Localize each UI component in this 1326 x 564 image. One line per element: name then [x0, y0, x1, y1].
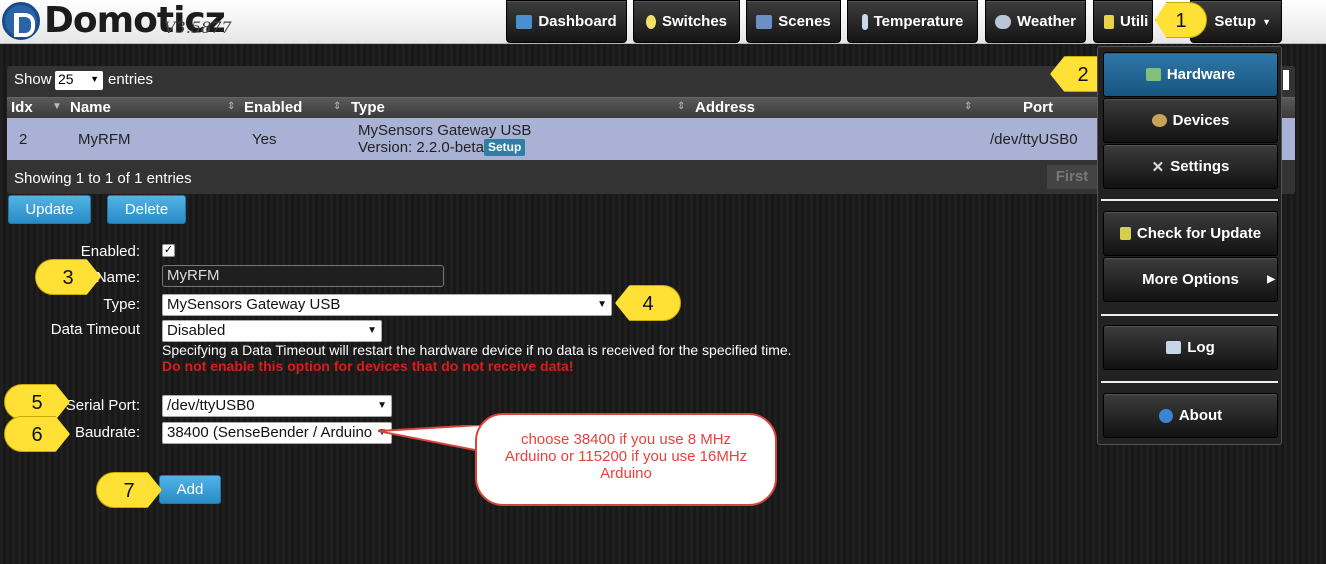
- setup-badge[interactable]: Setup: [484, 139, 526, 156]
- type-select-value: MySensors Gateway USB: [167, 296, 341, 313]
- dashboard-icon: [516, 14, 533, 29]
- baudrate-value: 38400 (SenseBender / Arduino I: [167, 424, 381, 441]
- nav-scenes-label: Scenes: [778, 13, 831, 30]
- dropdown-arrow-icon: ▼: [377, 400, 387, 411]
- menu-divider: [1101, 314, 1278, 316]
- menu-log[interactable]: Log: [1103, 325, 1278, 370]
- callout-3: 3: [35, 259, 101, 295]
- sort-icon: ⇕: [333, 101, 342, 112]
- lightbulb-icon: [645, 14, 656, 29]
- menu-about[interactable]: About: [1103, 393, 1278, 438]
- timeout-info-text: Specifying a Data Timeout will restart t…: [162, 342, 792, 358]
- timeout-select-value: Disabled: [167, 322, 226, 339]
- row-version: Version: 2.2.0-beta: [358, 139, 484, 156]
- menu-about-label: About: [1178, 407, 1223, 424]
- nav-dashboard-label: Dashboard: [538, 13, 617, 30]
- menu-hardware-label: Hardware: [1166, 66, 1236, 83]
- type-select[interactable]: MySensors Gateway USB ▼: [162, 294, 612, 316]
- update-icon: [1119, 227, 1131, 240]
- first-page-button[interactable]: First: [1047, 165, 1097, 189]
- domoticz-logo-icon[interactable]: [2, 2, 40, 40]
- row-port: /dev/ttyUSB0: [990, 131, 1078, 148]
- add-button[interactable]: Add: [159, 475, 221, 504]
- menu-divider: [1101, 381, 1278, 383]
- timeout-label: Data Timeout: [50, 321, 140, 338]
- enabled-label: Enabled:: [80, 243, 140, 260]
- enabled-checkbox[interactable]: ✓: [162, 244, 175, 257]
- nav-switches-label: Switches: [661, 13, 728, 30]
- callout-5: 5: [4, 384, 70, 420]
- dropdown-arrow-icon: ▼: [367, 325, 377, 336]
- info-icon: [1158, 408, 1173, 423]
- menu-divider: [1101, 199, 1278, 201]
- menu-log-label: Log: [1187, 339, 1215, 356]
- nav-weather-label: Weather: [1017, 13, 1076, 30]
- callout-4: 4: [615, 285, 681, 321]
- callout-7: 7: [96, 472, 162, 508]
- tools-icon: ✕: [1151, 158, 1165, 176]
- sort-icon: ⇕: [964, 101, 973, 112]
- nav-temperature-label: Temperature: [873, 13, 964, 30]
- nav-weather[interactable]: Weather: [985, 0, 1086, 43]
- speech-bubble-tail: [378, 425, 480, 453]
- timeout-warning-text: Do not enable this option for devices th…: [162, 358, 574, 374]
- update-button[interactable]: Update: [8, 195, 91, 224]
- menu-more-options-label: More Options: [1142, 271, 1239, 288]
- page-size-select[interactable]: 25: [55, 71, 103, 90]
- col-idx[interactable]: Idx: [11, 99, 33, 116]
- nav-dashboard[interactable]: Dashboard: [506, 0, 627, 43]
- hardware-icon: [1145, 68, 1161, 81]
- dropdown-arrow-icon: ▼: [597, 299, 607, 310]
- app-version: V3.5877: [164, 18, 232, 37]
- log-icon: [1166, 341, 1182, 354]
- gear-icon: [1151, 114, 1167, 127]
- serial-port-value: /dev/ttyUSB0: [167, 397, 255, 414]
- sort-icon: ⇕: [677, 101, 686, 112]
- row-enabled: Yes: [252, 131, 277, 148]
- nav-temperature[interactable]: Temperature: [847, 0, 978, 43]
- row-type: MySensors Gateway USB: [358, 122, 532, 139]
- caret-down-icon: ▼: [1262, 16, 1271, 27]
- row-idx: 2: [19, 131, 28, 148]
- col-enabled[interactable]: Enabled: [244, 99, 302, 116]
- nav-utility-label: Utili: [1120, 13, 1149, 30]
- delete-button[interactable]: Delete: [107, 195, 186, 224]
- nav-switches[interactable]: Switches: [633, 0, 740, 43]
- menu-settings-label: Settings: [1170, 158, 1230, 175]
- menu-devices[interactable]: Devices: [1103, 98, 1278, 143]
- col-name[interactable]: Name: [70, 99, 111, 116]
- cloud-icon: [995, 14, 1012, 29]
- scrollbar[interactable]: [1283, 70, 1289, 90]
- name-input[interactable]: MyRFM: [162, 265, 444, 287]
- timeout-select[interactable]: Disabled ▼: [162, 320, 382, 342]
- menu-devices-label: Devices: [1172, 112, 1230, 129]
- menu-settings[interactable]: ✕ Settings: [1103, 144, 1278, 189]
- col-address[interactable]: Address: [695, 99, 755, 116]
- menu-check-update[interactable]: Check for Update: [1103, 211, 1278, 256]
- type-label: Type:: [103, 296, 140, 313]
- nav-scenes[interactable]: Scenes: [746, 0, 841, 43]
- menu-hardware[interactable]: Hardware: [1103, 52, 1278, 97]
- thermometer-icon: [861, 13, 868, 30]
- baudrate-select[interactable]: 38400 (SenseBender / Arduino I ▼: [162, 422, 392, 444]
- sort-icon: ⇕: [227, 101, 236, 112]
- utility-icon: [1104, 14, 1114, 29]
- nav-setup-label: Setup: [1214, 13, 1257, 30]
- baudrate-tip-bubble: choose 38400 if you use 8 MHz Arduino or…: [475, 413, 777, 506]
- callout-6: 6: [4, 416, 70, 452]
- show-label: Show: [14, 71, 52, 88]
- serial-port-select[interactable]: /dev/ttyUSB0 ▼: [162, 395, 392, 417]
- submenu-arrow-icon: ▶: [1267, 274, 1275, 285]
- row-name: MyRFM: [78, 131, 131, 148]
- menu-check-update-label: Check for Update: [1136, 225, 1262, 242]
- page-size-value: 25: [58, 71, 74, 87]
- clapperboard-icon: [756, 14, 773, 29]
- nav-utility[interactable]: Utili: [1093, 0, 1153, 43]
- col-port[interactable]: Port: [1023, 99, 1053, 116]
- menu-more-options[interactable]: More Options ▶: [1103, 257, 1278, 302]
- entries-label: entries: [108, 71, 154, 88]
- sort-desc-icon: ▼: [52, 101, 62, 112]
- table-info: Showing 1 to 1 of 1 entries: [14, 170, 192, 187]
- col-type[interactable]: Type: [351, 99, 385, 116]
